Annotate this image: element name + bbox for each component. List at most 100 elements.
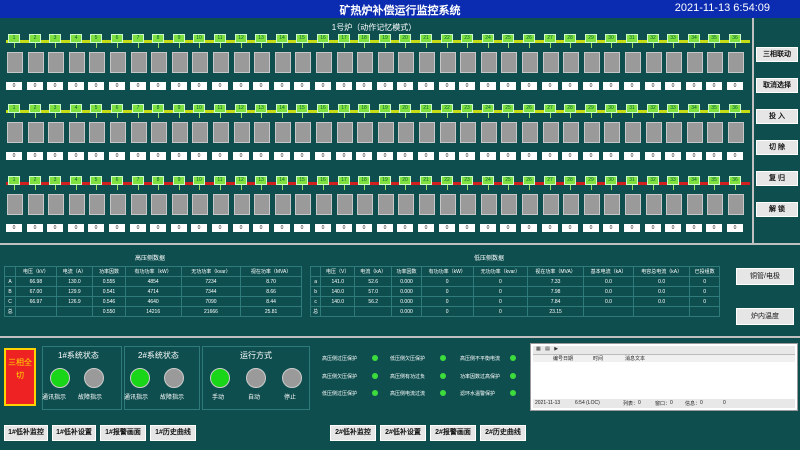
capacitor-unit[interactable]	[625, 52, 641, 73]
capacitor-number[interactable]: 12	[235, 176, 247, 185]
capacitor-unit[interactable]	[522, 122, 538, 143]
capacitor-unit[interactable]	[89, 52, 105, 73]
capacitor-unit[interactable]	[295, 194, 311, 215]
capacitor-unit[interactable]	[419, 194, 435, 215]
capacitor-number[interactable]: 28	[564, 34, 576, 43]
capacitor-number[interactable]: 1	[8, 176, 20, 185]
capacitor-unit[interactable]	[460, 52, 476, 73]
capacitor-unit[interactable]	[440, 122, 456, 143]
reset-button[interactable]: 复 归	[756, 171, 798, 186]
capacitor-unit[interactable]	[543, 194, 559, 215]
capacitor-number[interactable]: 4	[70, 104, 82, 113]
capacitor-unit[interactable]	[543, 52, 559, 73]
capacitor-number[interactable]: 26	[523, 176, 535, 185]
capacitor-unit[interactable]	[604, 52, 620, 73]
capacitor-unit[interactable]	[48, 194, 64, 215]
capacitor-number[interactable]: 17	[338, 34, 350, 43]
capacitor-number[interactable]: 31	[626, 176, 638, 185]
capacitor-number[interactable]: 26	[523, 34, 535, 43]
capacitor-number[interactable]: 16	[317, 34, 329, 43]
three-phase-link-button[interactable]: 三相联动	[756, 47, 798, 62]
capacitor-unit[interactable]	[707, 194, 723, 215]
capacitor-number[interactable]: 29	[585, 104, 597, 113]
capacitor-unit[interactable]	[213, 194, 229, 215]
capacitor-unit[interactable]	[213, 122, 229, 143]
cancel-selection-button[interactable]: 取消选择	[756, 78, 798, 93]
capacitor-number[interactable]: 31	[626, 104, 638, 113]
capacitor-unit[interactable]	[584, 194, 600, 215]
capacitor-number[interactable]: 24	[482, 104, 494, 113]
capacitor-number[interactable]: 28	[564, 104, 576, 113]
capacitor-number[interactable]: 8	[152, 104, 164, 113]
capacitor-number[interactable]: 2	[29, 104, 41, 113]
capacitor-number[interactable]: 25	[502, 34, 514, 43]
capacitor-number[interactable]: 22	[441, 104, 453, 113]
capacitor-number[interactable]: 35	[708, 34, 720, 43]
capacitor-number[interactable]: 32	[647, 104, 659, 113]
capacitor-unit[interactable]	[316, 194, 332, 215]
capacitor-unit[interactable]	[378, 122, 394, 143]
capacitor-number[interactable]: 20	[399, 176, 411, 185]
capacitor-number[interactable]: 13	[255, 176, 267, 185]
capacitor-unit[interactable]	[48, 52, 64, 73]
capacitor-unit[interactable]	[316, 122, 332, 143]
capacitor-unit[interactable]	[28, 122, 44, 143]
capacitor-number[interactable]: 30	[605, 34, 617, 43]
capacitor-number[interactable]: 19	[379, 176, 391, 185]
capacitor-number[interactable]: 1	[8, 104, 20, 113]
capacitor-number[interactable]: 3	[49, 104, 61, 113]
capacitor-unit[interactable]	[481, 194, 497, 215]
capacitor-unit[interactable]	[110, 52, 126, 73]
capacitor-number[interactable]: 20	[399, 104, 411, 113]
capacitor-unit[interactable]	[584, 52, 600, 73]
capacitor-number[interactable]: 7	[132, 34, 144, 43]
capacitor-number[interactable]: 9	[173, 34, 185, 43]
capacitor-number[interactable]: 33	[667, 104, 679, 113]
capacitor-unit[interactable]	[295, 52, 311, 73]
capacitor-unit[interactable]	[69, 122, 85, 143]
capacitor-unit[interactable]	[378, 194, 394, 215]
capacitor-unit[interactable]	[563, 194, 579, 215]
capacitor-number[interactable]: 24	[482, 34, 494, 43]
nav-1-lv-monitor-button[interactable]: 1#低补监控	[4, 425, 48, 441]
capacitor-number[interactable]: 11	[214, 104, 226, 113]
capacitor-unit[interactable]	[501, 52, 517, 73]
capacitor-number[interactable]: 12	[235, 104, 247, 113]
capacitor-unit[interactable]	[687, 122, 703, 143]
nav-2-lv-settings-button[interactable]: 2#低补设置	[380, 425, 426, 441]
capacitor-number[interactable]: 17	[338, 104, 350, 113]
capacitor-unit[interactable]	[687, 194, 703, 215]
capacitor-unit[interactable]	[707, 122, 723, 143]
capacitor-unit[interactable]	[543, 122, 559, 143]
capacitor-number[interactable]: 28	[564, 176, 576, 185]
capacitor-number[interactable]: 36	[729, 176, 741, 185]
capacitor-unit[interactable]	[172, 122, 188, 143]
capacitor-number[interactable]: 8	[152, 34, 164, 43]
capacitor-number[interactable]: 21	[420, 176, 432, 185]
capacitor-unit[interactable]	[316, 52, 332, 73]
capacitor-unit[interactable]	[419, 52, 435, 73]
capacitor-unit[interactable]	[501, 194, 517, 215]
capacitor-unit[interactable]	[172, 52, 188, 73]
capacitor-unit[interactable]	[234, 194, 250, 215]
capacitor-number[interactable]: 24	[482, 176, 494, 185]
capacitor-number[interactable]: 14	[276, 176, 288, 185]
capacitor-unit[interactable]	[419, 122, 435, 143]
capacitor-unit[interactable]	[254, 52, 270, 73]
toolbar-icon[interactable]: ▤	[545, 346, 550, 352]
capacitor-number[interactable]: 34	[688, 104, 700, 113]
capacitor-number[interactable]: 27	[544, 176, 556, 185]
capacitor-unit[interactable]	[192, 194, 208, 215]
capacitor-unit[interactable]	[357, 52, 373, 73]
capacitor-unit[interactable]	[275, 122, 291, 143]
capacitor-number[interactable]: 10	[193, 34, 205, 43]
capacitor-number[interactable]: 11	[214, 176, 226, 185]
nav-2-lv-monitor-button[interactable]: 2#低补监控	[330, 425, 376, 441]
capacitor-number[interactable]: 2	[29, 34, 41, 43]
capacitor-unit[interactable]	[69, 194, 85, 215]
capacitor-number[interactable]: 34	[688, 34, 700, 43]
nav-2-alarm-button[interactable]: 2#报警画面	[430, 425, 476, 441]
capacitor-unit[interactable]	[7, 122, 23, 143]
capacitor-number[interactable]: 2	[29, 176, 41, 185]
capacitor-unit[interactable]	[192, 52, 208, 73]
